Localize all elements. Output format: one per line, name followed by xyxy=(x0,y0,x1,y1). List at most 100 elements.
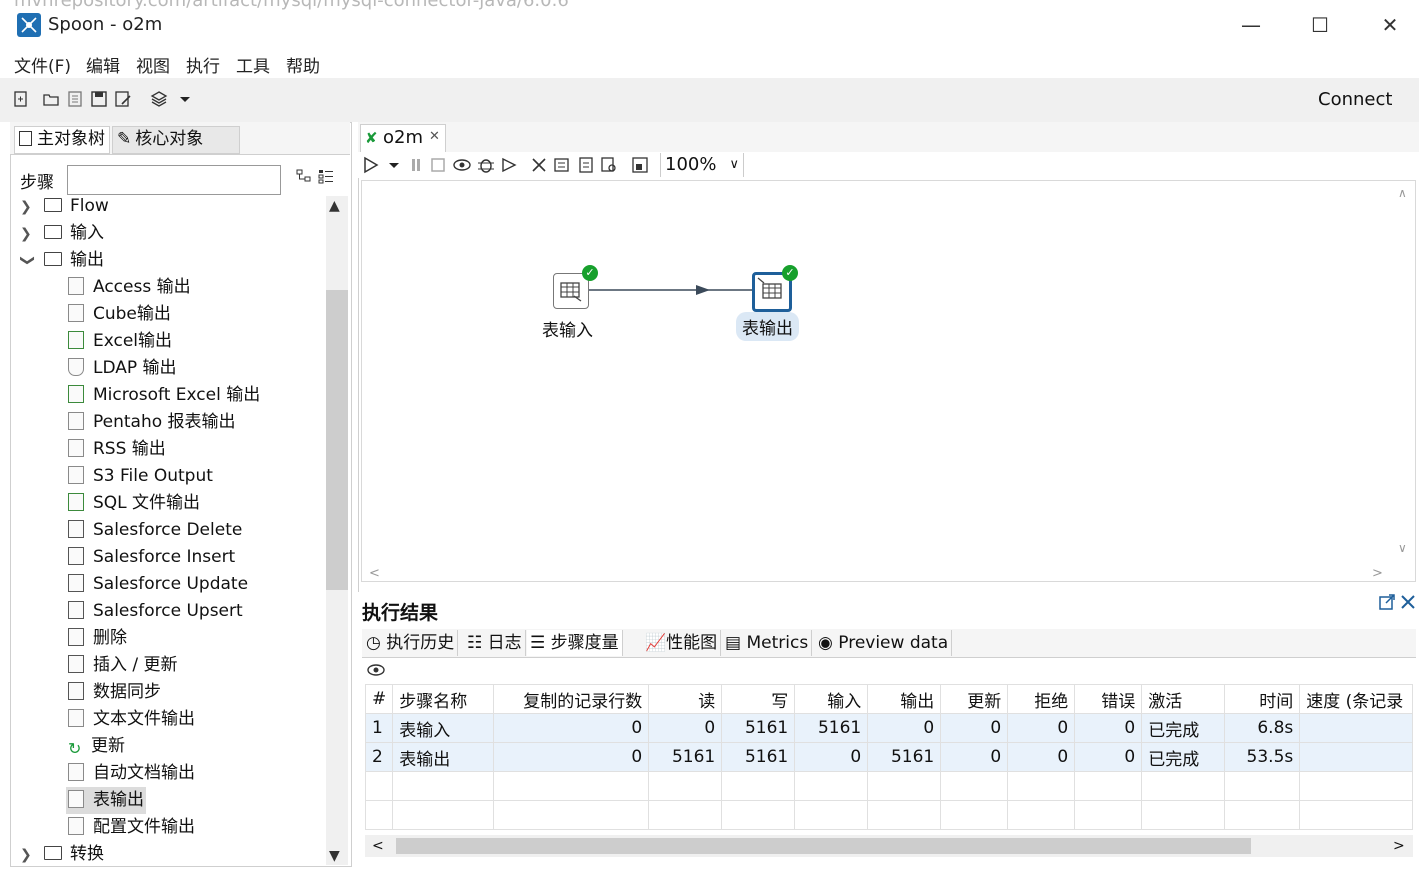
tree-item-salesforce-insert[interactable]: Salesforce Insert xyxy=(68,544,235,571)
tree-item-pentaho-report-output[interactable]: Pentaho 报表输出 xyxy=(68,409,236,436)
tree-item-rss-output[interactable]: RSS 输出 xyxy=(68,436,166,463)
show-results-icon[interactable] xyxy=(631,156,649,174)
run-options-dropdown-icon[interactable] xyxy=(386,156,402,174)
tree-item-microsoft-excel-output[interactable]: Microsoft Excel 输出 xyxy=(68,382,260,409)
zoom-select[interactable]: 100% ∨ xyxy=(660,153,744,177)
col-header[interactable]: 更新 xyxy=(940,684,1009,714)
tree-item-salesforce-update[interactable]: Salesforce Update xyxy=(68,571,248,598)
preview-eye-icon[interactable] xyxy=(366,662,386,678)
tree-item-delete[interactable]: 删除 xyxy=(68,625,127,652)
chevron-right-icon[interactable]: ❯ xyxy=(20,194,40,221)
tree-folder-input[interactable]: ❯ 输入 xyxy=(20,220,104,247)
tree-item-ldap-output[interactable]: LDAP 输出 xyxy=(68,355,177,382)
tab-log[interactable]: ☷ 日志 xyxy=(464,630,526,656)
impact-icon[interactable] xyxy=(553,156,571,174)
tab-o2m[interactable]: ✘ o2m ✕ xyxy=(360,124,446,153)
col-header[interactable]: 步骤名称 xyxy=(392,684,495,714)
tree-item-auto-doc-output[interactable]: 自动文档输出 xyxy=(68,760,195,787)
new-file-icon[interactable] xyxy=(12,90,30,108)
tab-main-object-tree[interactable]: 主对象树 xyxy=(14,126,110,154)
tab-metrics[interactable]: ▤ Metrics xyxy=(722,630,813,656)
col-header[interactable]: 输出 xyxy=(867,684,942,714)
maximize-button[interactable]: ☐ xyxy=(1305,12,1335,38)
tab-performance-graph[interactable]: 📈性能图 xyxy=(642,630,722,656)
tree-item-salesforce-delete[interactable]: Salesforce Delete xyxy=(68,517,242,544)
tree-item-sql-file-output[interactable]: SQL 文件输出 xyxy=(68,490,200,517)
chevron-down-icon[interactable]: ❯ xyxy=(14,255,41,269)
tree-folder-output[interactable]: ❯ 输出 xyxy=(20,247,105,274)
canvas-scroll-right-icon[interactable]: > xyxy=(1372,566,1383,581)
hop-arrow[interactable] xyxy=(586,283,756,297)
menu-tools[interactable]: 工具 xyxy=(236,52,270,77)
expand-all-icon[interactable] xyxy=(318,168,334,184)
open-file-icon[interactable] xyxy=(42,90,60,108)
transformation-canvas[interactable] xyxy=(361,180,1416,582)
menu-file[interactable]: 文件(F) xyxy=(14,52,71,77)
explore-db-icon[interactable] xyxy=(600,156,618,174)
stop-icon[interactable] xyxy=(430,156,446,174)
col-header[interactable]: 错误 xyxy=(1074,684,1143,714)
menu-help[interactable]: 帮助 xyxy=(286,52,320,77)
tree-item-cube-output[interactable]: Cube输出 xyxy=(68,301,171,328)
close-panel-icon[interactable] xyxy=(1400,593,1416,611)
tree-folder-flow[interactable]: ❯ Flow xyxy=(20,193,109,220)
close-tab-icon[interactable]: ✕ xyxy=(429,129,440,144)
save-as-icon[interactable] xyxy=(114,90,132,108)
tree-item-config-file-output[interactable]: 配置文件输出 xyxy=(68,814,195,841)
steps-search-input[interactable] xyxy=(67,165,281,195)
save-icon[interactable] xyxy=(90,90,108,108)
tab-execution-history[interactable]: ◷ 执行历史 xyxy=(363,630,459,656)
col-header[interactable]: # xyxy=(364,684,394,714)
replay-icon[interactable] xyxy=(500,156,520,174)
col-header[interactable]: 拒绝 xyxy=(1007,684,1076,714)
tree-item-insert-update[interactable]: 插入 / 更新 xyxy=(68,652,178,679)
connect-button[interactable]: Connect xyxy=(1318,89,1392,110)
tree-item-excel-output[interactable]: Excel输出 xyxy=(68,328,172,355)
tree-item-access-output[interactable]: Access 输出 xyxy=(68,274,191,301)
canvas-scroll-up-icon[interactable]: ∧ xyxy=(1398,186,1412,200)
minimize-button[interactable]: — xyxy=(1236,12,1266,38)
menu-edit[interactable]: 编辑 xyxy=(86,52,120,77)
tree-item-salesforce-upsert[interactable]: Salesforce Upsert xyxy=(68,598,243,625)
col-header[interactable]: 复制的记录行数 xyxy=(493,684,650,714)
tree-item-text-file-output[interactable]: 文本文件输出 xyxy=(68,706,195,733)
menu-run[interactable]: 执行 xyxy=(186,52,220,77)
verify-icon[interactable] xyxy=(530,156,548,174)
canvas-scroll-left-icon[interactable]: < xyxy=(369,566,380,581)
explore-repository-icon[interactable] xyxy=(66,90,84,108)
scroll-up-icon[interactable]: ▲ xyxy=(329,198,340,214)
layers-dropdown-icon[interactable] xyxy=(176,90,194,108)
scroll-left-icon[interactable]: < xyxy=(372,838,384,854)
scroll-down-icon[interactable]: ▼ xyxy=(329,848,340,864)
run-icon[interactable] xyxy=(362,156,380,174)
col-header[interactable]: 速度 (条记录 xyxy=(1299,684,1413,714)
close-button[interactable]: ✕ xyxy=(1375,12,1405,38)
menu-view[interactable]: 视图 xyxy=(136,52,170,77)
tab-step-metrics[interactable]: ☰ 步骤度量 xyxy=(527,630,623,656)
maximize-panel-icon[interactable] xyxy=(1378,593,1396,611)
tree-scrollbar-thumb[interactable] xyxy=(326,290,348,590)
tree-item-update[interactable]: ↻ 更新 xyxy=(68,733,125,760)
tree-item-s3-file-output[interactable]: S3 File Output xyxy=(68,463,213,490)
col-header[interactable]: 写 xyxy=(721,684,796,714)
col-header[interactable]: 输入 xyxy=(794,684,869,714)
scroll-right-icon[interactable]: > xyxy=(1393,838,1405,854)
tree-item-table-output[interactable]: 表输出 xyxy=(66,787,146,814)
tab-core-objects[interactable]: ✎ 核心对象 xyxy=(112,126,240,154)
canvas-scroll-down-icon[interactable]: ∨ xyxy=(1398,541,1412,555)
preview-icon[interactable] xyxy=(452,156,472,174)
tab-preview-data[interactable]: ◉ Preview data xyxy=(815,630,953,656)
sql-icon[interactable] xyxy=(577,156,595,174)
collapse-all-icon[interactable] xyxy=(296,168,312,184)
col-header[interactable]: 激活 xyxy=(1141,684,1226,714)
tree-folder-transform[interactable]: ❯ 转换 xyxy=(20,841,104,868)
table-row[interactable]: 1 表输入 0 0 5161 5161 0 0 0 0 已完成 6.8s xyxy=(364,713,1413,743)
layers-icon[interactable] xyxy=(150,90,168,108)
col-header[interactable]: 时间 xyxy=(1224,684,1301,714)
chevron-right-icon[interactable]: ❯ xyxy=(20,221,40,248)
table-row[interactable]: 2 表输出 0 5161 5161 0 5161 0 0 0 已完成 53.5s xyxy=(364,742,1413,772)
debug-icon[interactable] xyxy=(476,156,496,174)
tree-item-data-sync[interactable]: 数据同步 xyxy=(68,679,161,706)
col-header[interactable]: 读 xyxy=(648,684,723,714)
pause-icon[interactable] xyxy=(408,156,424,174)
